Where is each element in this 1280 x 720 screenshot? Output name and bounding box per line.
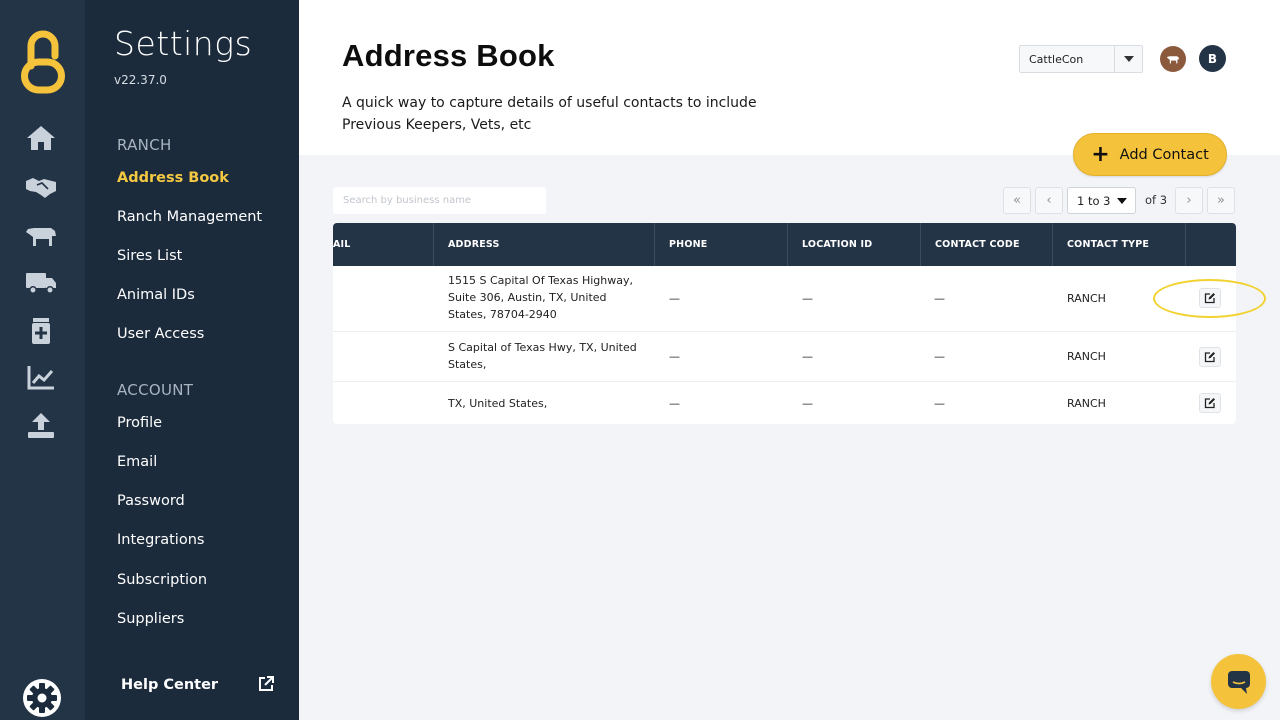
column-header-contact-type[interactable]: CONTACT TYPE xyxy=(1053,223,1186,266)
cell-location-id: — xyxy=(802,397,813,410)
page-description: A quick way to capture details of useful… xyxy=(342,95,757,133)
gear-icon[interactable] xyxy=(22,678,62,718)
cell-address: 1515 S Capital Of Texas Highway, Suite 3… xyxy=(448,274,633,321)
menu-item-suppliers[interactable]: Suppliers xyxy=(117,611,184,627)
icon-rail xyxy=(0,0,85,720)
cell-location-id: — xyxy=(802,292,813,305)
table-row: S Capital of Texas Hwy, TX, United State… xyxy=(333,332,1236,382)
cell-phone: — xyxy=(669,292,680,305)
chat-bubble-icon xyxy=(1227,670,1250,694)
cell-contact-code: — xyxy=(934,350,945,363)
section-account: ACCOUNT xyxy=(117,381,194,399)
ranch-avatar[interactable] xyxy=(1160,46,1186,72)
contacts-table: AIL ADDRESS PHONE LOCATION ID CONTACT CO… xyxy=(333,223,1236,424)
column-header-contact-code[interactable]: CONTACT CODE xyxy=(921,223,1053,266)
column-header-location-id[interactable]: LOCATION ID xyxy=(788,223,921,266)
ranch-select-value: CattleCon xyxy=(1029,52,1084,66)
settings-title: Settings xyxy=(114,24,253,63)
menu-item-user-access[interactable]: User Access xyxy=(117,326,204,342)
cow-icon xyxy=(1167,56,1179,64)
truck-icon[interactable] xyxy=(24,267,58,297)
app-version: v22.37.0 xyxy=(114,73,167,87)
pagination-last-button[interactable]: » xyxy=(1207,187,1235,214)
pagination-range-select[interactable]: 1 to 3 xyxy=(1067,187,1136,214)
table-header: AIL ADDRESS PHONE LOCATION ID CONTACT CO… xyxy=(333,223,1236,266)
menu-item-integrations[interactable]: Integrations xyxy=(117,532,204,548)
add-contact-button[interactable]: + Add Contact xyxy=(1073,133,1227,176)
user-avatar[interactable]: B xyxy=(1199,45,1226,72)
page-title: Address Book xyxy=(342,38,555,73)
help-center-link[interactable]: Help Center xyxy=(121,677,218,693)
pagination-first-button[interactable]: « xyxy=(1003,187,1031,214)
menu-item-sires-list[interactable]: Sires List xyxy=(117,248,182,264)
edit-contact-button[interactable] xyxy=(1199,393,1221,413)
cell-phone: — xyxy=(669,397,680,410)
edit-icon xyxy=(1204,398,1215,409)
cell-contact-type: RANCH xyxy=(1067,292,1106,305)
home-icon[interactable] xyxy=(24,123,58,153)
cow-icon[interactable] xyxy=(24,220,58,250)
section-ranch: RANCH xyxy=(117,136,172,154)
pagination-prev-button[interactable]: ‹ xyxy=(1035,187,1063,214)
table-row: TX, United States, — — — RANCH xyxy=(333,382,1236,424)
cell-address: S Capital of Texas Hwy, TX, United State… xyxy=(448,341,637,371)
cell-contact-code: — xyxy=(934,397,945,410)
logo-icon[interactable] xyxy=(21,26,65,94)
handshake-icon[interactable] xyxy=(24,171,58,201)
chart-icon[interactable] xyxy=(24,363,58,393)
menu-item-profile[interactable]: Profile xyxy=(117,415,162,431)
cell-address: TX, United States, xyxy=(448,397,548,410)
chat-support-button[interactable] xyxy=(1211,654,1266,709)
settings-menu: Settings v22.37.0 RANCH Address Book Ran… xyxy=(85,0,299,720)
cell-location-id: — xyxy=(802,350,813,363)
edit-contact-button[interactable] xyxy=(1199,347,1221,367)
cell-contact-code: — xyxy=(934,292,945,305)
cell-phone: — xyxy=(669,350,680,363)
column-header-email[interactable]: AIL xyxy=(333,223,434,266)
plus-icon: + xyxy=(1091,141,1110,167)
pagination-range-value: 1 to 3 xyxy=(1077,193,1111,208)
column-header-phone[interactable]: PHONE xyxy=(655,223,788,266)
add-contact-label: Add Contact xyxy=(1119,146,1209,163)
cell-contact-type: RANCH xyxy=(1067,397,1106,410)
pagination-total: of 3 xyxy=(1145,193,1168,207)
caret-down-icon xyxy=(1117,198,1127,204)
cell-contact-type: RANCH xyxy=(1067,350,1106,363)
ranch-select[interactable]: CattleCon xyxy=(1019,45,1143,73)
menu-item-address-book[interactable]: Address Book xyxy=(117,170,229,186)
chevron-down-icon[interactable] xyxy=(1114,46,1142,72)
search-input[interactable] xyxy=(333,187,546,214)
column-header-address[interactable]: ADDRESS xyxy=(434,223,655,266)
external-link-icon[interactable] xyxy=(257,675,275,693)
menu-item-animal-ids[interactable]: Animal IDs xyxy=(117,287,195,303)
menu-item-password[interactable]: Password xyxy=(117,493,185,509)
menu-item-ranch-management[interactable]: Ranch Management xyxy=(117,209,262,225)
menu-item-subscription[interactable]: Subscription xyxy=(117,572,207,588)
pagination-next-button[interactable]: › xyxy=(1175,187,1203,214)
table-row: 1515 S Capital Of Texas Highway, Suite 3… xyxy=(333,266,1236,332)
edit-icon xyxy=(1204,352,1215,363)
annotation-highlight xyxy=(1153,279,1266,318)
medicine-icon[interactable] xyxy=(24,316,58,346)
upload-icon[interactable] xyxy=(24,410,58,440)
menu-item-email[interactable]: Email xyxy=(117,454,157,470)
